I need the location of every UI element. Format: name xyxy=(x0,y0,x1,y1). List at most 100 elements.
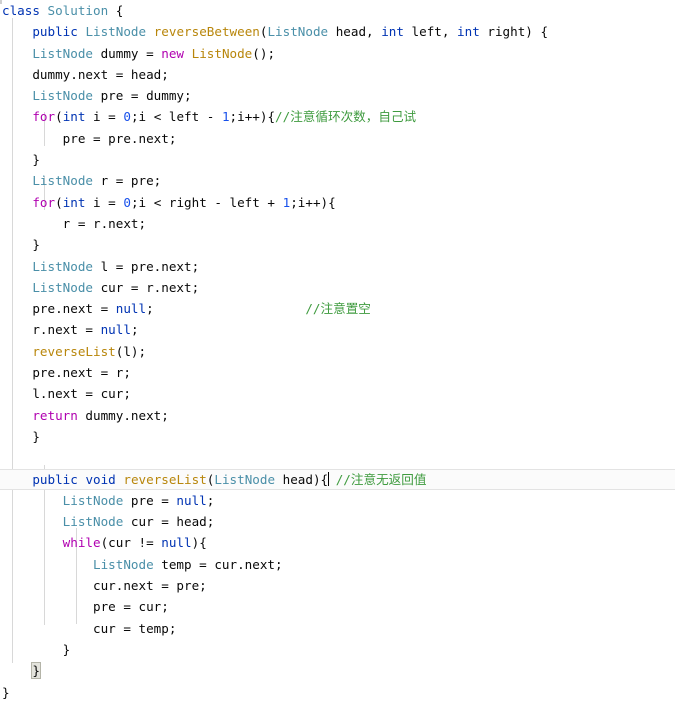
code-editor[interactable]: class Solution { public ListNode reverse… xyxy=(0,0,675,700)
code-line[interactable]: pre = cur; xyxy=(0,596,675,617)
code-line[interactable] xyxy=(0,447,675,468)
code-token: (); xyxy=(252,45,276,61)
code-token: } xyxy=(32,237,40,253)
code-token: ListNode xyxy=(32,88,94,104)
code-token: ListNode xyxy=(62,492,124,508)
code-token: head, xyxy=(328,24,382,40)
code-token: ListNode xyxy=(267,24,329,40)
code-line[interactable]: ListNode r = pre; xyxy=(0,170,675,191)
code-token: int xyxy=(381,24,404,40)
code-token: r.next = xyxy=(32,322,101,338)
code-token: ; xyxy=(146,301,154,317)
code-token: return xyxy=(32,407,78,423)
code-token: ; xyxy=(206,492,215,508)
code-token: //注意无返回值 xyxy=(335,471,427,487)
code-line[interactable]: ListNode l = pre.next; xyxy=(0,256,675,277)
code-token: ListNode xyxy=(85,24,147,40)
code-token: right) { xyxy=(479,24,549,40)
code-line[interactable]: while(cur != null){ xyxy=(0,532,675,553)
code-line[interactable]: } xyxy=(0,149,675,170)
code-line[interactable]: } xyxy=(0,426,675,447)
code-line[interactable]: reverseList(l); xyxy=(0,341,675,362)
code-line[interactable]: } xyxy=(0,234,675,255)
code-token: for xyxy=(32,109,56,125)
code-line[interactable]: public void reverseList(ListNode head){ … xyxy=(0,468,675,490)
code-token: 1 xyxy=(221,109,230,125)
code-token: 0 xyxy=(123,109,131,125)
code-line[interactable]: ListNode cur = head; xyxy=(0,511,675,532)
code-token: ;i++){ xyxy=(290,194,336,210)
code-token: reverseList xyxy=(123,471,207,487)
code-line[interactable]: ListNode temp = cur.next; xyxy=(0,554,675,575)
code-line[interactable]: dummy.next = head; xyxy=(0,64,675,85)
code-line[interactable]: pre.next = r; xyxy=(0,362,675,383)
code-line[interactable]: cur.next = pre; xyxy=(0,575,675,596)
code-token: left, xyxy=(403,24,458,40)
code-token: r = r.next; xyxy=(62,215,147,231)
code-token: cur = r.next; xyxy=(93,279,200,295)
code-token: pre = pre.next; xyxy=(62,130,177,146)
code-token: ListNode xyxy=(93,556,154,572)
code-token: } xyxy=(2,684,10,700)
code-token: i = xyxy=(85,109,124,125)
code-token: } xyxy=(62,641,71,657)
code-line[interactable]: ListNode cur = r.next; xyxy=(0,277,675,298)
code-token: { xyxy=(108,3,124,18)
code-token: temp = cur.next; xyxy=(153,556,283,572)
code-line[interactable]: r = r.next; xyxy=(0,213,675,234)
code-token: null xyxy=(161,535,192,551)
code-line[interactable]: ListNode dummy = new ListNode(); xyxy=(0,43,675,64)
code-line[interactable]: } xyxy=(0,682,675,703)
code-line[interactable]: } xyxy=(0,639,675,660)
code-line[interactable]: class Solution { xyxy=(0,0,675,21)
code-line[interactable]: return dummy.next; xyxy=(0,405,675,426)
code-token: ;i < right - left + xyxy=(130,194,283,210)
code-line[interactable]: r.next = null; xyxy=(0,319,675,340)
code-token: pre.next = xyxy=(32,301,116,317)
code-lines-container[interactable]: class Solution { public ListNode reverse… xyxy=(0,0,675,703)
code-token: ListNode xyxy=(32,279,94,295)
code-token: l.next = cur; xyxy=(32,386,131,402)
code-line[interactable]: cur = temp; xyxy=(0,618,675,639)
code-line[interactable]: ListNode pre = dummy; xyxy=(0,85,675,106)
code-line[interactable]: for(int i = 0;i < right - left + 1;i++){ xyxy=(0,192,675,213)
code-token: public xyxy=(32,471,78,487)
code-token: cur.next = pre; xyxy=(93,578,207,594)
code-line[interactable]: } xyxy=(0,660,675,681)
code-token: int xyxy=(457,24,480,40)
code-token: i = xyxy=(85,194,124,210)
code-token: (l); xyxy=(115,343,147,359)
code-token: reverseBetween xyxy=(153,24,260,40)
code-line[interactable]: ListNode pre = null; xyxy=(0,490,675,511)
code-token: ; xyxy=(130,322,139,338)
code-line[interactable]: l.next = cur; xyxy=(0,383,675,404)
code-token: ;i < left - xyxy=(130,109,222,125)
code-token: } xyxy=(31,662,41,680)
code-token: Solution xyxy=(47,3,109,18)
code-token: } xyxy=(32,152,40,168)
code-line[interactable]: pre = pre.next; xyxy=(0,128,675,149)
code-token: cur = temp; xyxy=(93,620,177,636)
code-token: ( xyxy=(55,194,63,210)
code-line[interactable]: for(int i = 0;i < left - 1;i++){//注意循环次数… xyxy=(0,106,675,127)
code-token: //注意循环次数，自己试 xyxy=(275,109,417,125)
code-token: pre = xyxy=(123,492,177,508)
code-line[interactable]: public ListNode reverseBetween(ListNode … xyxy=(0,21,675,42)
code-line[interactable]: pre.next = null; //注意置空 xyxy=(0,298,675,319)
